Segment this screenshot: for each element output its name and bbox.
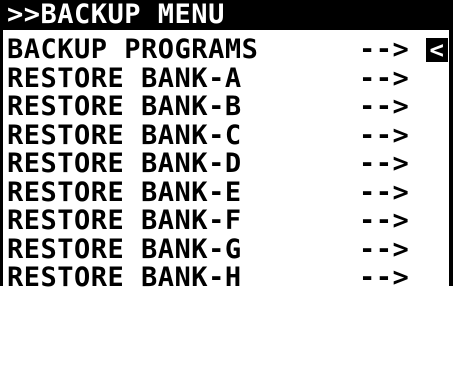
menu-item-restore-bank-d[interactable]: RESTORE BANK-D -->	[7, 148, 447, 179]
backup-menu-list: BACKUP PROGRAMS --> < RESTORE BANK-A -->…	[7, 34, 448, 293]
menu-item-arrow: -->	[359, 205, 410, 236]
menu-item-label: BACKUP PROGRAMS	[7, 34, 259, 65]
menu-item-arrow: -->	[359, 148, 410, 179]
menu-item-label: RESTORE BANK-D	[7, 148, 242, 179]
menu-title: >>BACKUP MENU	[3, 0, 449, 30]
menu-item-restore-bank-c[interactable]: RESTORE BANK-C -->	[7, 119, 447, 151]
menu-item-backup-programs[interactable]: BACKUP PROGRAMS --> <	[7, 34, 448, 65]
menu-item-label: RESTORE BANK-B	[7, 91, 242, 122]
menu-item-label: RESTORE BANK-G	[7, 233, 242, 265]
lcd-screen: >>BACKUP MENU BACKUP PROGRAMS --> < REST…	[0, 0, 453, 292]
menu-item-label: RESTORE BANK-E	[7, 176, 242, 208]
menu-item-restore-bank-f[interactable]: RESTORE BANK-F -->	[7, 205, 447, 236]
menu-item-restore-bank-e[interactable]: RESTORE BANK-E -->	[7, 176, 447, 208]
menu-item-arrow: -->	[359, 262, 410, 293]
menu-item-label: RESTORE BANK-C	[7, 119, 242, 151]
menu-item-arrow: -->	[359, 119, 410, 151]
selection-cursor-icon: <	[426, 38, 448, 62]
menu-item-restore-bank-a[interactable]: RESTORE BANK-A -->	[7, 62, 447, 94]
menu-item-arrow: -->	[359, 34, 410, 65]
menu-item-arrow: -->	[359, 91, 410, 122]
menu-item-arrow: -->	[359, 62, 410, 94]
menu-item-arrow: -->	[359, 233, 410, 265]
menu-item-restore-bank-g[interactable]: RESTORE BANK-G -->	[7, 233, 447, 265]
menu-item-label: RESTORE BANK-A	[7, 62, 242, 94]
menu-item-label: RESTORE BANK-H	[7, 262, 242, 293]
menu-item-restore-bank-h[interactable]: RESTORE BANK-H -->	[7, 262, 447, 293]
menu-item-restore-bank-b[interactable]: RESTORE BANK-B -->	[7, 91, 447, 122]
menu-item-arrow: -->	[359, 176, 410, 208]
menu-item-label: RESTORE BANK-F	[7, 205, 242, 236]
